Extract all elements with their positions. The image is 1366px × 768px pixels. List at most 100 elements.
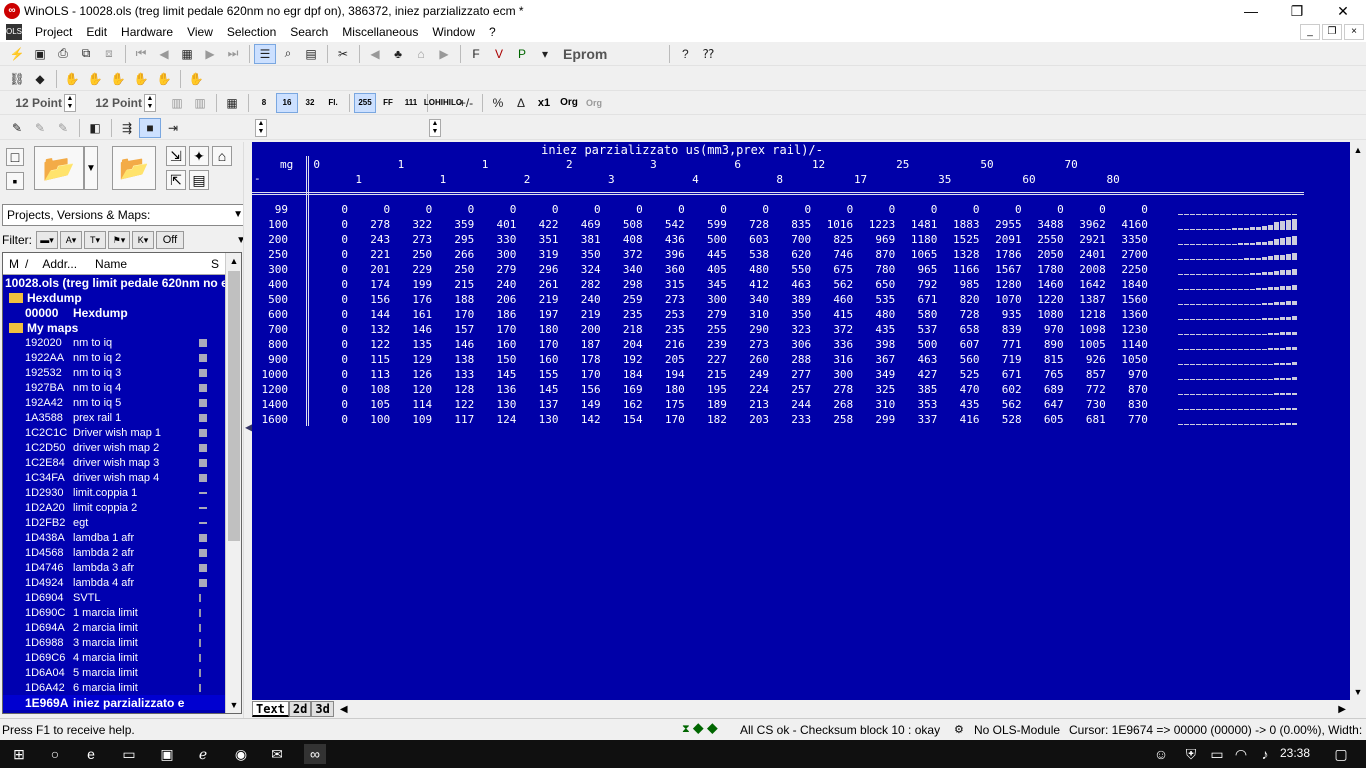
map-cell[interactable]: 0 [308, 308, 348, 321]
map-cell[interactable]: 336 [813, 338, 853, 351]
map-cell[interactable]: 197 [519, 308, 559, 321]
map-cell[interactable]: 0 [308, 323, 348, 336]
map-cell[interactable]: 1642 [1066, 278, 1106, 291]
map-cell[interactable]: 169 [603, 383, 643, 396]
projects-versions-maps-select[interactable]: Projects, Versions & Maps: ▼ [2, 204, 246, 226]
map-cell[interactable]: 260 [729, 353, 769, 366]
list-item[interactable]: 1D4746 lambda 3 afr [3, 560, 225, 575]
map-cell[interactable]: 2921 [1066, 233, 1106, 246]
map-cell[interactable]: 229 [392, 263, 432, 276]
menu-view[interactable]: View [180, 22, 220, 42]
map-cell[interactable]: 298 [603, 278, 643, 291]
map-cell[interactable]: 560 [940, 353, 980, 366]
map-cell[interactable]: 1460 [1024, 278, 1064, 291]
select-icon[interactable]: ✎ [29, 118, 51, 138]
mdi-restore-button[interactable]: ❐ [1322, 24, 1342, 40]
select-alt-icon[interactable]: ✎ [52, 118, 74, 138]
map-cell[interactable]: 367 [855, 353, 895, 366]
map-cell[interactable]: 360 [645, 263, 685, 276]
map-cell[interactable]: 216 [645, 338, 685, 351]
map-cell[interactable]: 277 [771, 368, 811, 381]
document-menu-icon[interactable]: OLS [6, 24, 22, 40]
map-cell[interactable]: 278 [813, 383, 853, 396]
map-cell[interactable]: 114 [392, 398, 432, 411]
folder-hexdump[interactable]: Hexdump [3, 290, 225, 305]
filter-dim-icon[interactable]: T▾ [84, 231, 106, 249]
select-map-icon[interactable]: ✎ [6, 118, 28, 138]
map-cell[interactable]: 671 [897, 293, 938, 306]
map-cell[interactable]: 218 [603, 323, 643, 336]
spin-arrows-icon[interactable]: ▲ ▼ [429, 118, 441, 137]
map-cell[interactable]: 401 [476, 218, 517, 231]
map-cell[interactable]: 416 [940, 413, 980, 426]
eprom-label[interactable]: Eprom [563, 46, 607, 62]
plug-icon[interactable]: ⚡ [6, 44, 28, 64]
map-cell[interactable]: 145 [519, 383, 559, 396]
map-cell[interactable]: 279 [476, 263, 517, 276]
menu-selection[interactable]: Selection [220, 22, 283, 42]
map-cell[interactable]: 965 [897, 263, 938, 276]
map-cell[interactable]: 771 [982, 338, 1022, 351]
map-cell[interactable]: 235 [603, 308, 643, 321]
map-cell[interactable]: 765 [1024, 368, 1064, 381]
original-alt-button[interactable]: Org [583, 93, 605, 113]
map-cell[interactable]: 359 [434, 218, 474, 231]
map-cell[interactable]: 138 [434, 353, 474, 366]
byte-order-button[interactable]: LOHI HILO [424, 93, 462, 113]
map-cell[interactable]: 0 [308, 353, 348, 366]
map-cell[interactable]: 162 [603, 398, 643, 411]
folder-my-maps[interactable]: My maps [3, 320, 225, 335]
map-cell[interactable]: 129 [392, 353, 432, 366]
font-size-spinner-2[interactable]: 12 Point ▲ ▼ [86, 93, 156, 112]
print-icon[interactable]: ⎙ [52, 44, 74, 64]
layers-icon[interactable]: ◧ [84, 118, 106, 138]
map-cell[interactable]: 235 [645, 323, 685, 336]
map-cell[interactable]: 161 [392, 308, 432, 321]
new-file-icon[interactable]: □ [6, 148, 24, 166]
map-cell[interactable]: 350 [771, 308, 811, 321]
map-cell[interactable]: 154 [603, 413, 643, 426]
map-cell[interactable]: 780 [855, 263, 895, 276]
map-cell[interactable]: 170 [434, 308, 474, 321]
map-cell[interactable]: 1218 [1066, 308, 1106, 321]
map-cell[interactable]: 857 [1066, 368, 1106, 381]
map-cell[interactable]: 182 [687, 413, 727, 426]
map-cell[interactable]: 170 [645, 413, 685, 426]
map-cell[interactable]: 772 [1066, 383, 1106, 396]
p-box-icon[interactable]: P [511, 44, 533, 64]
map-cell[interactable]: 970 [1108, 368, 1148, 381]
map-cell[interactable]: 671 [982, 368, 1022, 381]
list-item[interactable]: 1C2D50 driver wish map 2 [3, 440, 225, 455]
map-cell[interactable]: 240 [476, 278, 517, 291]
map-cell[interactable]: 603 [729, 233, 769, 246]
edge-icon[interactable]: e [80, 744, 102, 764]
map-cell[interactable]: 607 [940, 338, 980, 351]
wizard-icon[interactable]: ✦ [189, 146, 209, 166]
map-cell[interactable]: 273 [392, 233, 432, 246]
map-cell[interactable]: 192 [603, 353, 643, 366]
map-cell[interactable]: 470 [940, 383, 980, 396]
map-cell[interactable]: 187 [561, 338, 601, 351]
map-cell[interactable]: 349 [855, 368, 895, 381]
ie-icon[interactable]: ℯ [192, 744, 214, 764]
list-item[interactable]: 1D69C6 4 marcia limit [3, 650, 225, 665]
list-item-selected[interactable]: 1E969A iniez parzializzato e [3, 695, 225, 710]
map-cell[interactable]: 0 [603, 203, 643, 216]
align-icon[interactable]: ⇶ [116, 118, 138, 138]
map-cell[interactable]: 0 [308, 368, 348, 381]
settings-icon[interactable]: ✋ [185, 69, 207, 89]
map-cell[interactable]: 0 [350, 203, 390, 216]
map-cell[interactable]: 500 [897, 338, 938, 351]
map-cell[interactable]: 0 [1024, 203, 1064, 216]
map-cell[interactable]: 3350 [1108, 233, 1148, 246]
map-cell[interactable]: 508 [603, 218, 643, 231]
filter-type-icon[interactable]: ▬▾ [36, 231, 58, 249]
map-cell[interactable]: 300 [476, 248, 517, 261]
map-cell[interactable]: 650 [855, 278, 895, 291]
map-cell[interactable]: 255 [687, 323, 727, 336]
map-cell[interactable]: 122 [350, 338, 390, 351]
list-item[interactable]: 1D2930 limit.coppia 1 [3, 485, 225, 500]
scroll-down-icon[interactable]: ▼ [1350, 684, 1366, 700]
map-cell[interactable]: 215 [687, 368, 727, 381]
map-cell[interactable]: 273 [729, 338, 769, 351]
